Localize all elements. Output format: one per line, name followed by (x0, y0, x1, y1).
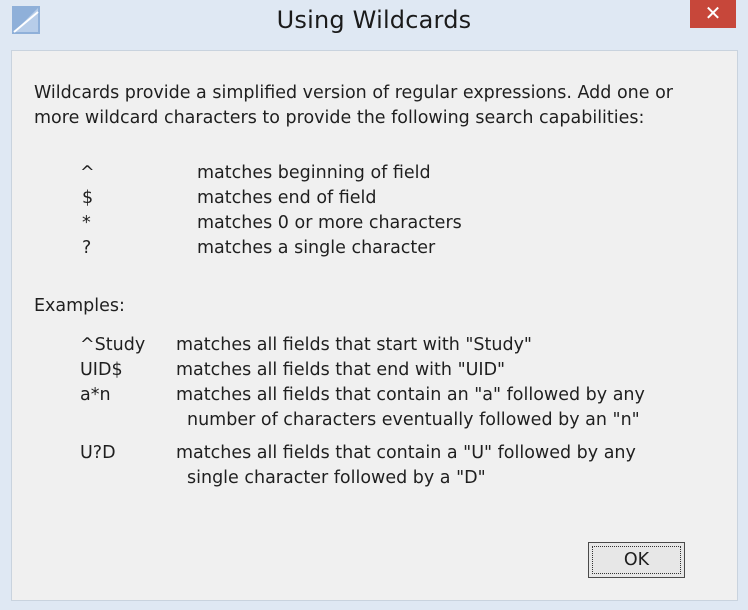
close-button[interactable]: ✕ (690, 0, 736, 28)
example-description-continued: single character followed by a "D" (187, 468, 486, 488)
example-pattern: U?D (80, 443, 116, 463)
example-description: matches all fields that end with "UID" (176, 360, 506, 380)
wildcard-symbol: ? (82, 238, 92, 258)
window-title: Using Wildcards (276, 6, 472, 34)
ok-button-label: OK (592, 546, 681, 574)
close-icon: ✕ (704, 1, 722, 25)
wildcard-symbol: ^ (80, 163, 95, 183)
example-pattern: UID$ (80, 360, 123, 380)
example-description: matches all fields that contain an "a" f… (176, 385, 645, 405)
wildcard-description: matches end of field (197, 188, 377, 208)
dialog-content: Wildcards provide a simplified version o… (11, 50, 738, 601)
ok-button[interactable]: OK (588, 542, 685, 578)
example-pattern: ^Study (80, 335, 146, 355)
example-description: matches all fields that contain a "U" fo… (176, 443, 636, 463)
examples-heading: Examples: (34, 296, 125, 316)
wildcard-description: matches a single character (197, 238, 436, 258)
example-description-continued: number of characters eventually followed… (187, 410, 640, 430)
example-description: matches all fields that start with "Stud… (176, 335, 532, 355)
wildcard-symbol: * (82, 213, 91, 233)
example-pattern: a*n (80, 385, 111, 405)
title-bar[interactable]: Using Wildcards ✕ (0, 0, 748, 48)
wildcard-description: matches beginning of field (197, 163, 431, 183)
dialog-window: Using Wildcards ✕ Wildcards provide a si… (0, 0, 748, 610)
intro-line-1: Wildcards provide a simplified version o… (34, 83, 673, 103)
intro-line-2: more wildcard characters to provide the … (34, 108, 645, 128)
wildcard-description: matches 0 or more characters (197, 213, 462, 233)
wildcard-symbol: $ (82, 188, 94, 208)
